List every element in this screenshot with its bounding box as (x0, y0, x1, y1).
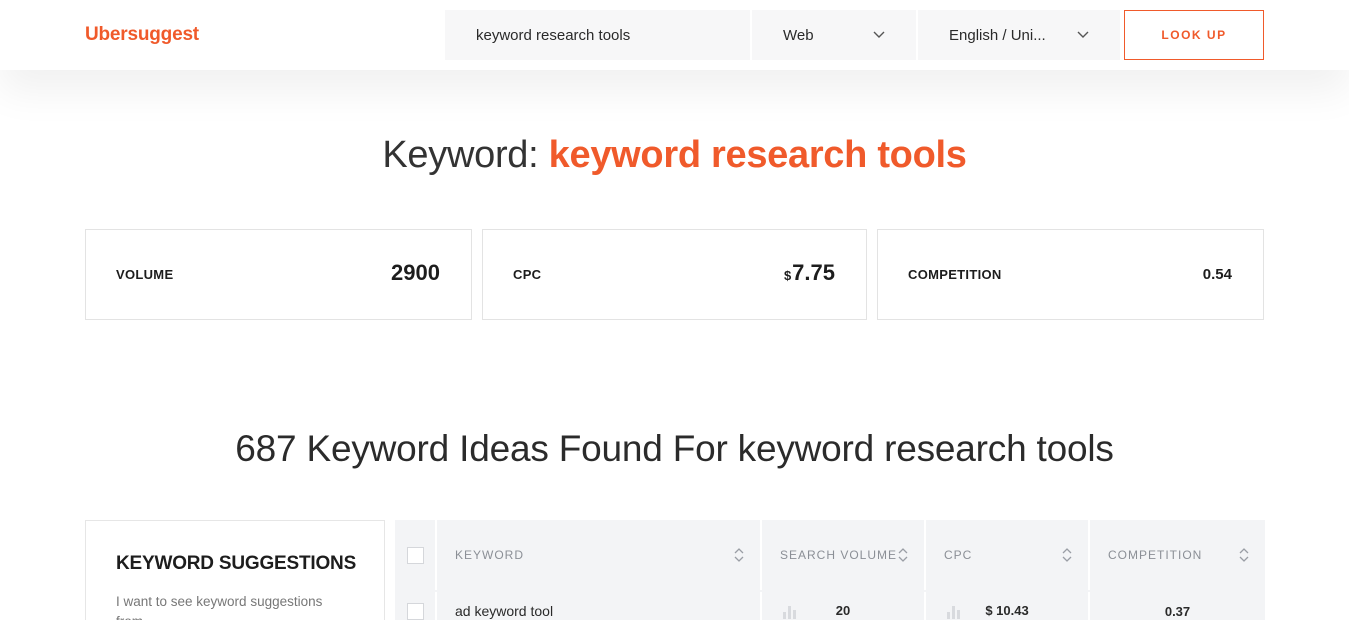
volume-card: VOLUME 2900 (85, 229, 472, 320)
type-select-value: Web (783, 26, 814, 44)
column-cpc[interactable]: CPC (926, 520, 1090, 590)
sort-icon[interactable] (898, 547, 908, 563)
select-all-checkbox[interactable] (407, 546, 424, 564)
keyword-suggestions-panel: KEYWORD SUGGESTIONS I want to see keywor… (85, 520, 385, 620)
volume-label: VOLUME (116, 267, 174, 282)
type-select[interactable]: Web (750, 10, 916, 60)
row-volume-cell: 20 (762, 592, 926, 620)
sort-icon[interactable] (734, 547, 744, 563)
competition-card: COMPETITION 0.54 (877, 229, 1264, 320)
chevron-down-icon (1077, 31, 1089, 38)
cpc-card: CPC $7.75 (482, 229, 867, 320)
column-keyword-label: KEYWORD (455, 548, 525, 562)
row-volume: 20 (835, 603, 851, 618)
row-keyword[interactable]: ad keyword tool (437, 592, 762, 620)
logo[interactable]: Ubersuggest (85, 24, 199, 46)
column-competition[interactable]: COMPETITION (1090, 520, 1265, 590)
competition-value: 0.54 (1202, 266, 1232, 283)
search-input[interactable] (445, 10, 750, 60)
competition-label: COMPETITION (908, 267, 1002, 282)
search-bar: Web English / Uni... (445, 10, 1120, 60)
table-row[interactable]: ad keyword tool 20 $ 10.43 0.37 (395, 592, 1265, 620)
sort-icon[interactable] (1239, 547, 1249, 563)
row-checkbox[interactable] (407, 602, 424, 620)
column-cpc-label: CPC (944, 548, 973, 562)
column-volume-label: SEARCH VOLUME (780, 548, 898, 562)
currency-symbol: $ (783, 268, 792, 283)
ideas-title: 687 Keyword Ideas Found For keyword rese… (235, 428, 1114, 469)
cpc-label: CPC (513, 267, 542, 282)
row-competition: 0.37 (1164, 603, 1191, 619)
cpc-value: $7.75 (784, 260, 835, 286)
cpc-amount: 7.75 (792, 260, 835, 285)
sort-icon[interactable] (1062, 547, 1072, 563)
chevron-down-icon (873, 31, 885, 38)
header-check-cell (395, 520, 437, 590)
row-cpc-cell: $ 10.43 (926, 592, 1090, 620)
table-header: KEYWORD SEARCH VOLUME CPC COMPETITION (395, 520, 1265, 590)
top-header: Ubersuggest Web English / Uni... LOOK UP (0, 0, 1349, 70)
suggestions-title: KEYWORD SUGGESTIONS (116, 553, 357, 574)
look-up-button[interactable]: LOOK UP (1124, 10, 1264, 60)
row-check-cell (395, 592, 437, 620)
title-prefix: Keyword: (382, 134, 539, 176)
language-select-value: English / Uni... (949, 26, 1046, 44)
column-competition-label: COMPETITION (1108, 548, 1203, 562)
page-title: Keyword: keyword research tools (0, 134, 1349, 177)
language-select[interactable]: English / Uni... (916, 10, 1120, 60)
suggestions-description: I want to see keyword suggestions from..… (116, 594, 323, 620)
column-search-volume[interactable]: SEARCH VOLUME (762, 520, 926, 590)
row-cpc: $ 10.43 (985, 603, 1029, 618)
keyword-table: KEYWORD SEARCH VOLUME CPC COMPETITION ad… (395, 520, 1265, 620)
volume-value: 2900 (391, 260, 440, 285)
column-keyword[interactable]: KEYWORD (437, 520, 762, 590)
title-keyword: keyword research tools (548, 134, 967, 176)
